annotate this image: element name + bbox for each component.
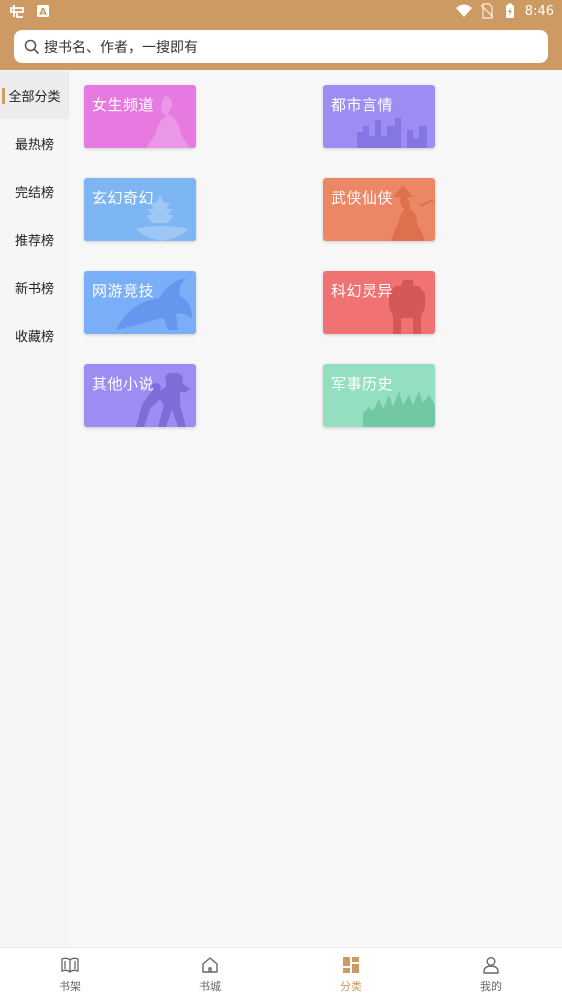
- category-card-gaming[interactable]: 网游竞技: [84, 271, 196, 334]
- font-notification-icon: A: [37, 5, 49, 18]
- tab-label: 我的: [480, 979, 502, 993]
- category-card-fantasy[interactable]: 玄幻奇幻: [84, 178, 196, 241]
- sidebar-item-favorites[interactable]: 收藏榜: [0, 311, 69, 359]
- sidebar-item-hot[interactable]: 最热榜: [0, 119, 69, 167]
- sidebar: 全部分类 最热榜 完结榜 推荐榜 新书榜 收藏榜: [0, 70, 69, 947]
- battery-charging-icon: [505, 3, 514, 18]
- no-sim-icon: [480, 3, 494, 19]
- book-open-icon: [61, 957, 79, 973]
- sidebar-item-new[interactable]: 新书榜: [0, 263, 69, 311]
- grid-icon: [343, 956, 359, 973]
- category-card-label: 军事历史: [331, 375, 394, 393]
- svg-text:A: A: [39, 7, 47, 18]
- sidebar-item-recommended[interactable]: 推荐榜: [0, 215, 69, 263]
- tab-label: 书架: [59, 979, 81, 993]
- home-icon: [202, 956, 218, 973]
- city-skyline-icon: [357, 118, 427, 148]
- category-card-urban[interactable]: 都市言情: [323, 85, 435, 148]
- category-card-label: 玄幻奇幻: [92, 189, 155, 207]
- sidebar-item-label: 收藏榜: [14, 329, 54, 345]
- category-card-label: 科幻灵异: [331, 282, 394, 300]
- tab-profile[interactable]: 我的: [421, 948, 561, 999]
- tab-label: 书城: [199, 979, 221, 993]
- sidebar-item-all[interactable]: 全部分类: [0, 71, 69, 119]
- bottom-tab-bar: 书架 书城 分类 我的: [0, 947, 562, 999]
- status-bar: A 8:46: [0, 0, 562, 24]
- tab-category[interactable]: 分类: [281, 948, 421, 999]
- category-card-label: 女生频道: [92, 96, 155, 114]
- search-input[interactable]: 搜书名、作者，一搜即有: [14, 30, 548, 63]
- tab-bookshelf[interactable]: 书架: [0, 948, 140, 999]
- category-card-other[interactable]: 其他小说: [84, 364, 196, 427]
- category-card-label: 其他小说: [92, 375, 155, 393]
- category-card-military[interactable]: 军事历史: [323, 364, 435, 427]
- category-card-wuxia[interactable]: 武侠仙侠: [323, 178, 435, 241]
- category-card-label: 武侠仙侠: [331, 189, 394, 207]
- app-notification-icon: [10, 5, 24, 18]
- sidebar-item-label: 全部分类: [8, 89, 61, 105]
- category-grid: 女生频道 都市言情 玄幻奇幻 武侠仙侠 网游竞技 科幻灵异 其他小说 军事历史: [69, 70, 562, 947]
- tab-label: 分类: [340, 979, 362, 993]
- category-card-female[interactable]: 女生频道: [84, 85, 196, 148]
- search-placeholder: 搜书名、作者，一搜即有: [44, 39, 198, 56]
- sidebar-item-finished[interactable]: 完结榜: [0, 167, 69, 215]
- sidebar-item-label: 最热榜: [14, 137, 54, 153]
- category-card-label: 网游竞技: [92, 282, 155, 300]
- wifi-icon: [455, 4, 472, 17]
- sidebar-item-label: 新书榜: [14, 281, 54, 297]
- sidebar-item-label: 完结榜: [14, 185, 54, 201]
- sidebar-item-label: 推荐榜: [14, 233, 54, 249]
- user-icon: [483, 956, 499, 974]
- tab-bookstore[interactable]: 书城: [140, 948, 280, 999]
- search-icon: [24, 39, 40, 54]
- status-time: 8:46: [524, 3, 554, 19]
- category-card-label: 都市言情: [331, 96, 394, 114]
- header: 搜书名、作者，一搜即有: [0, 24, 562, 70]
- category-card-scifi[interactable]: 科幻灵异: [323, 271, 435, 334]
